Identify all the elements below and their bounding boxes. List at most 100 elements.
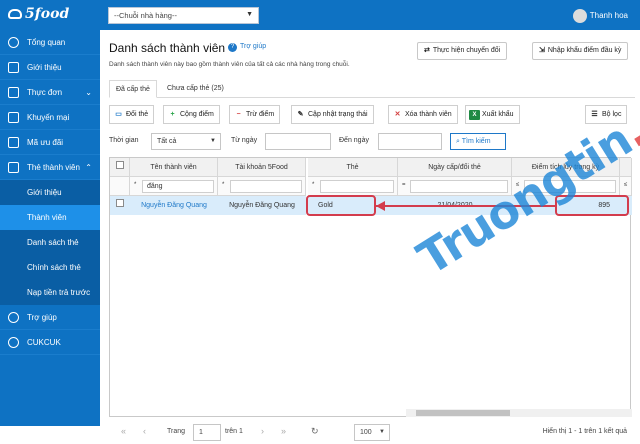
- button-label: Xuất khẩu: [482, 111, 514, 118]
- filter-operator[interactable]: *: [222, 182, 224, 188]
- row-checkbox[interactable]: [116, 199, 124, 207]
- main-content: Danh sách thành viên ? Trợ giúp Danh sách…: [100, 30, 640, 441]
- column-header-card[interactable]: Thẻ: [308, 158, 398, 177]
- card-icon: [8, 162, 19, 173]
- sidebar-item-help[interactable]: Trợ giúp: [0, 305, 100, 330]
- sidebar-subitem-card-policy[interactable]: Chính sách thẻ: [0, 255, 100, 280]
- table-row-select[interactable]: [110, 196, 130, 215]
- column-header-date[interactable]: Ngày cấp/đổi thẻ: [398, 158, 512, 177]
- sidebar-item-promotion[interactable]: Khuyến mại: [0, 105, 100, 130]
- to-date-input[interactable]: [378, 133, 442, 150]
- cloud-icon: [8, 9, 22, 19]
- excel-icon: X: [469, 110, 480, 120]
- sidebar-subitem-intro[interactable]: Giới thiệu: [0, 180, 100, 205]
- user-name: Thanh hoa: [589, 11, 628, 21]
- sidebar-subitem-members[interactable]: Thành viên: [0, 205, 100, 230]
- refresh-icon[interactable]: ↻: [311, 426, 319, 437]
- filter-operator[interactable]: =: [402, 182, 406, 188]
- sidebar-item-label: Thẻ thành viên: [27, 163, 80, 172]
- to-date-label: Đến ngày: [339, 137, 369, 144]
- top-bar: 5food --Chuỗi nhà hàng-- ▼ Thanh hoa: [0, 0, 640, 30]
- tab-bar: Đã cấp thẻ Chưa cấp thẻ (25): [109, 80, 635, 98]
- sidebar-item-menu[interactable]: Thực đơn ⌄: [0, 80, 100, 105]
- time-select[interactable]: Tất cả ▼: [151, 133, 221, 150]
- sidebar-item-member-card[interactable]: Thẻ thành viên ⌃: [0, 155, 100, 180]
- name-filter-input[interactable]: đăng: [142, 180, 214, 193]
- export-button[interactable]: X Xuất khẩu: [465, 105, 520, 124]
- sidebar-item-label: Mã ưu đãi: [27, 138, 64, 147]
- filter-cell-card: *: [308, 177, 398, 196]
- last-page-icon[interactable]: »: [281, 426, 286, 436]
- filter-operator[interactable]: *: [312, 182, 314, 188]
- delete-member-button[interactable]: ✕ Xóa thành viên: [388, 105, 458, 124]
- sidebar-item-overview[interactable]: Tổng quan: [0, 30, 100, 55]
- app-logo[interactable]: 5food: [8, 6, 69, 22]
- tab-not-issued[interactable]: Chưa cấp thẻ (25): [161, 80, 230, 98]
- first-page-icon[interactable]: «: [121, 426, 126, 436]
- chevron-down-icon: ▼: [246, 11, 253, 18]
- page-size-select[interactable]: 100 ▼: [354, 424, 390, 441]
- subtract-points-button[interactable]: − Trừ điểm: [229, 105, 281, 124]
- card-highlight-box: [306, 195, 376, 216]
- table-row-name[interactable]: Nguyễn Đăng Quang: [130, 196, 218, 215]
- search-button[interactable]: ⌕ Tìm kiếm: [450, 133, 506, 150]
- account-filter-input[interactable]: [230, 180, 302, 193]
- tab-issued[interactable]: Đã cấp thẻ: [109, 80, 157, 98]
- prev-page-icon[interactable]: ‹: [143, 426, 146, 436]
- close-icon: ✕: [394, 111, 401, 118]
- cukcuk-icon: [8, 337, 19, 348]
- sidebar-item-intro[interactable]: Giới thiệu: [0, 55, 100, 80]
- sidebar-item-label: Giới thiệu: [27, 63, 62, 72]
- filter-operator[interactable]: ≤: [624, 182, 627, 188]
- button-label: Xóa thành viên: [405, 111, 452, 118]
- sidebar-subitem-prepaid[interactable]: Nạp tiền trả trước: [0, 280, 100, 305]
- table-row-account: Nguyễn Đăng Quang: [218, 196, 306, 215]
- button-label: Cộng điểm: [180, 111, 214, 118]
- horizontal-scrollbar[interactable]: [406, 409, 632, 417]
- chain-select[interactable]: --Chuỗi nhà hàng-- ▼: [108, 7, 259, 24]
- update-status-button[interactable]: ✎ Cập nhật trạng thái: [291, 105, 374, 124]
- sidebar-item-label: Trợ giúp: [27, 313, 57, 322]
- help-link[interactable]: ? Trợ giúp: [228, 43, 266, 52]
- sidebar-item-cukcuk[interactable]: CUKCUK: [0, 330, 100, 355]
- page-number-input[interactable]: 1: [193, 424, 221, 441]
- sidebar: Tổng quan Giới thiệu Thực đơn ⌄ Khuyến mạ…: [0, 30, 100, 426]
- result-summary: Hiển thị 1 - 1 trên 1 kết quả: [542, 428, 627, 435]
- filter-cell-account: *: [218, 177, 306, 196]
- gift-icon: [8, 112, 19, 123]
- card-filter-input[interactable]: [320, 180, 394, 193]
- page-label: Trang: [167, 428, 186, 435]
- column-header-name[interactable]: Tên thành viên: [130, 158, 218, 177]
- chevron-up-icon: ⌃: [85, 163, 92, 172]
- help-label: Trợ giúp: [240, 43, 267, 50]
- sidebar-subitem-card-list[interactable]: Danh sách thẻ: [0, 230, 100, 255]
- logo-text: 5food: [25, 6, 70, 22]
- sidebar-item-label: Khuyến mại: [27, 113, 70, 122]
- button-label: Trừ điểm: [246, 111, 275, 118]
- filter-operator[interactable]: *: [134, 182, 136, 188]
- pagination-bar: « ‹ Trang 1 trên 1 › » ↻ 100 ▼ Hiển thị 1…: [109, 422, 635, 444]
- edit-icon: ✎: [297, 111, 304, 118]
- select-all-header[interactable]: [110, 158, 130, 177]
- card-swap-icon: ▭: [115, 111, 122, 118]
- select-all-checkbox[interactable]: [115, 161, 124, 169]
- scrollbar-thumb[interactable]: [416, 410, 510, 416]
- convert-button[interactable]: ⇄ Thực hiện chuyển đổi: [417, 42, 508, 60]
- from-date-input[interactable]: [265, 133, 331, 150]
- filter-cell-select: [110, 177, 130, 196]
- next-page-icon[interactable]: ›: [261, 426, 264, 436]
- speedometer-icon: [8, 37, 19, 48]
- sidebar-item-voucher[interactable]: Mã ưu đãi: [0, 130, 100, 155]
- change-card-button[interactable]: ▭ Đổi thẻ: [109, 105, 155, 124]
- ticket-icon: [8, 137, 19, 148]
- user-menu[interactable]: Thanh hoa: [572, 9, 628, 23]
- search-button-label: Tìm kiếm: [461, 138, 491, 145]
- sidebar-item-label: Tổng quan: [27, 38, 66, 47]
- column-header-account[interactable]: Tài khoản 5Food: [218, 158, 306, 177]
- filter-cell-name: * đăng: [130, 177, 218, 196]
- filter-cell-extra: ≤: [620, 177, 632, 196]
- import-points-button[interactable]: ⇲ Nhập khẩu điểm đầu kỳ: [532, 42, 629, 60]
- convert-button-label: Thực hiện chuyển đổi: [432, 47, 501, 54]
- add-points-button[interactable]: + Cộng điểm: [163, 105, 220, 124]
- page-size-value: 100: [360, 429, 372, 436]
